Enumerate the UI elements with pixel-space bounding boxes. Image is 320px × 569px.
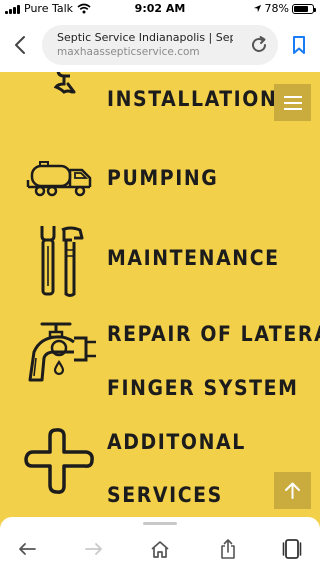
service-pumping[interactable]: PUMPING (107, 166, 218, 190)
hamburger-menu-icon[interactable] (274, 84, 311, 121)
scroll-to-top-icon (285, 482, 300, 499)
home-icon[interactable] (149, 538, 171, 560)
page-url: maxhaassepticservice.com (57, 46, 200, 58)
forward-arrow-icon[interactable] (83, 538, 105, 560)
service-additional-line2[interactable]: SERVICES (107, 483, 223, 507)
tabs-icon[interactable] (281, 538, 303, 560)
wrench-icon (53, 72, 76, 94)
service-repair-line1[interactable]: REPAIR OF LATERAL (107, 322, 320, 346)
bookmark-icon[interactable] (290, 35, 308, 55)
page-title: Septic Service Indianapolis | Septic (57, 31, 233, 44)
status-bar: Pure Talk 9:02 AM 78% (0, 0, 320, 18)
service-repair-line2[interactable]: FINGER SYSTEM (107, 376, 299, 400)
reload-icon[interactable] (248, 34, 270, 56)
back-arrow-icon[interactable] (16, 538, 38, 560)
tanker-truck-icon (26, 161, 92, 197)
back-icon[interactable] (10, 32, 32, 58)
browser-toolbar (0, 517, 320, 569)
faucet-icon (28, 322, 96, 382)
scroll-to-top-button[interactable] (274, 472, 311, 509)
service-additional-line1[interactable]: ADDITONAL (107, 430, 246, 454)
battery-percent: 78% (264, 2, 289, 15)
plus-icon (24, 428, 94, 494)
service-installation[interactable]: INSTALLATION (107, 87, 277, 111)
share-icon[interactable] (217, 538, 239, 560)
sheet-grabber[interactable] (143, 522, 177, 525)
service-maintenance[interactable]: MAINTENANCE (107, 246, 280, 270)
page-content: INSTALLATION PUMPING MAINTENANCE REPAIR … (0, 72, 320, 517)
battery-group: 78% (253, 2, 316, 15)
location-arrow-icon (253, 4, 261, 13)
browser-top-bar: Septic Service Indianapolis | Septic max… (0, 18, 320, 72)
battery-icon (292, 3, 316, 14)
address-bar[interactable]: Septic Service Indianapolis | Septic max… (42, 25, 278, 65)
tools-icon (40, 226, 84, 297)
